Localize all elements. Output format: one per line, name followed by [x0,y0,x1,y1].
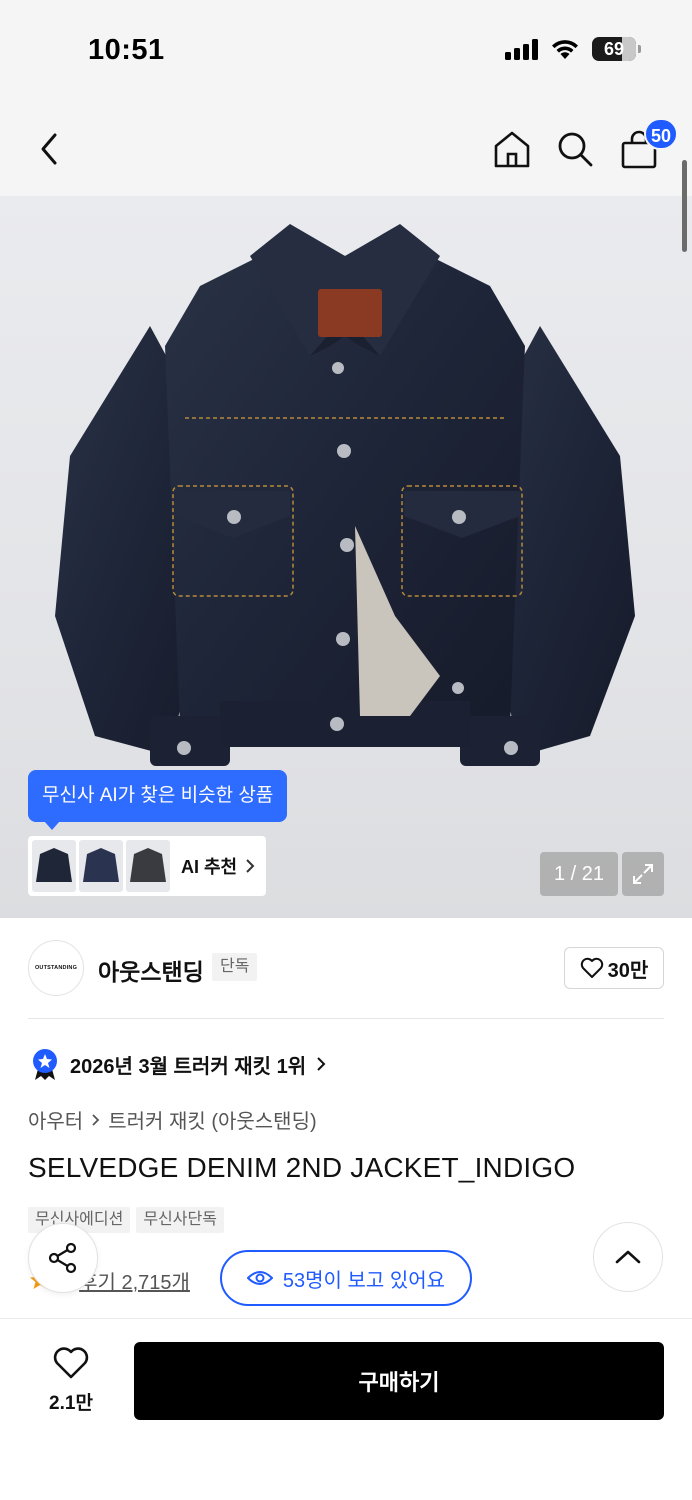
battery-level: 69 [603,39,625,59]
back-icon [41,133,57,165]
wishlist-button[interactable]: 2.1만 [36,1347,106,1415]
breadcrumb: 아우터 트러커 재킷 (아웃스탠딩) [28,1105,317,1134]
ai-recommend-label: AI 추천 [181,857,238,877]
search-button[interactable] [550,122,600,176]
image-page-counter: 1 / 21 [540,852,618,896]
eye-icon [246,1271,273,1285]
search-icon [558,132,593,167]
chevron-right-icon [92,1113,100,1126]
divider [28,1018,664,1019]
signal-icon [505,38,538,60]
bottom-purchase-bar: 2.1만 구매하기 [0,1318,692,1500]
scroll-to-top-button[interactable] [593,1222,663,1292]
cart-button[interactable]: 50 [614,118,678,176]
product-tag: 무신사단독 [136,1207,224,1233]
home-icon [494,131,530,168]
status-icons: 69 [505,37,641,61]
brand-name[interactable]: 아웃스탠딩 [98,953,204,987]
chevron-right-icon [246,859,255,873]
back-button[interactable] [24,122,74,176]
cart-count-badge: 50 [643,118,678,150]
ai-thumb-2[interactable] [79,840,123,892]
heart-icon [580,957,603,978]
live-viewers-pill: 53명이 보고 있어요 [220,1250,472,1306]
buy-button[interactable]: 구매하기 [134,1342,664,1420]
brand-row: OUTSTANDING 아웃스탠딩 단독 30만 [28,940,664,996]
breadcrumb-category[interactable]: 아우터 [28,1105,83,1134]
home-button[interactable] [487,122,537,176]
brand-logo[interactable]: OUTSTANDING [28,940,84,996]
ranking-badge-icon [33,1049,57,1080]
brand-exclusive-tag: 단독 [212,953,258,981]
heart-icon [53,1347,89,1379]
share-icon [48,1242,77,1274]
expand-icon [633,864,653,884]
chevron-up-icon [615,1250,641,1264]
wishlist-count: 2.1만 [49,1393,93,1414]
product-title: SELVEDGE DENIM 2ND JACKET_INDIGO [28,1152,576,1183]
share-button[interactable] [28,1223,98,1293]
brand-like-count: 30만 [607,959,649,982]
ai-similar-products-bubble[interactable]: 무신사 AI가 찾은 비슷한 상품 [28,770,288,830]
ranking-link[interactable]: 2026년 3월 트러커 재킷 1위 [30,1046,326,1082]
live-viewers-text: 53명이 보고 있어요 [282,1269,446,1292]
status-bar: 10:51 69 [0,0,692,100]
wifi-icon [552,40,578,59]
ai-thumb-1[interactable] [32,840,76,892]
brand-like-button[interactable]: 30만 [564,947,664,989]
ranking-text: 2026년 3월 트러커 재킷 1위 [70,1055,307,1078]
product-image-gallery[interactable]: 무신사 AI가 찾은 비슷한 상품 AI 추천 1 / 21 [0,196,692,918]
top-nav: 50 [0,100,692,196]
ai-thumb-3[interactable] [126,840,170,892]
chevron-right-icon [317,1057,326,1071]
expand-image-button[interactable] [622,852,664,896]
breadcrumb-subcategory[interactable]: 트러커 재킷 (아웃스탠딩) [108,1105,316,1134]
battery-icon: 69 [592,37,641,61]
scroll-indicator[interactable] [682,160,687,252]
status-time: 10:51 [88,34,165,66]
ai-recommend-card[interactable]: AI 추천 [28,836,266,896]
